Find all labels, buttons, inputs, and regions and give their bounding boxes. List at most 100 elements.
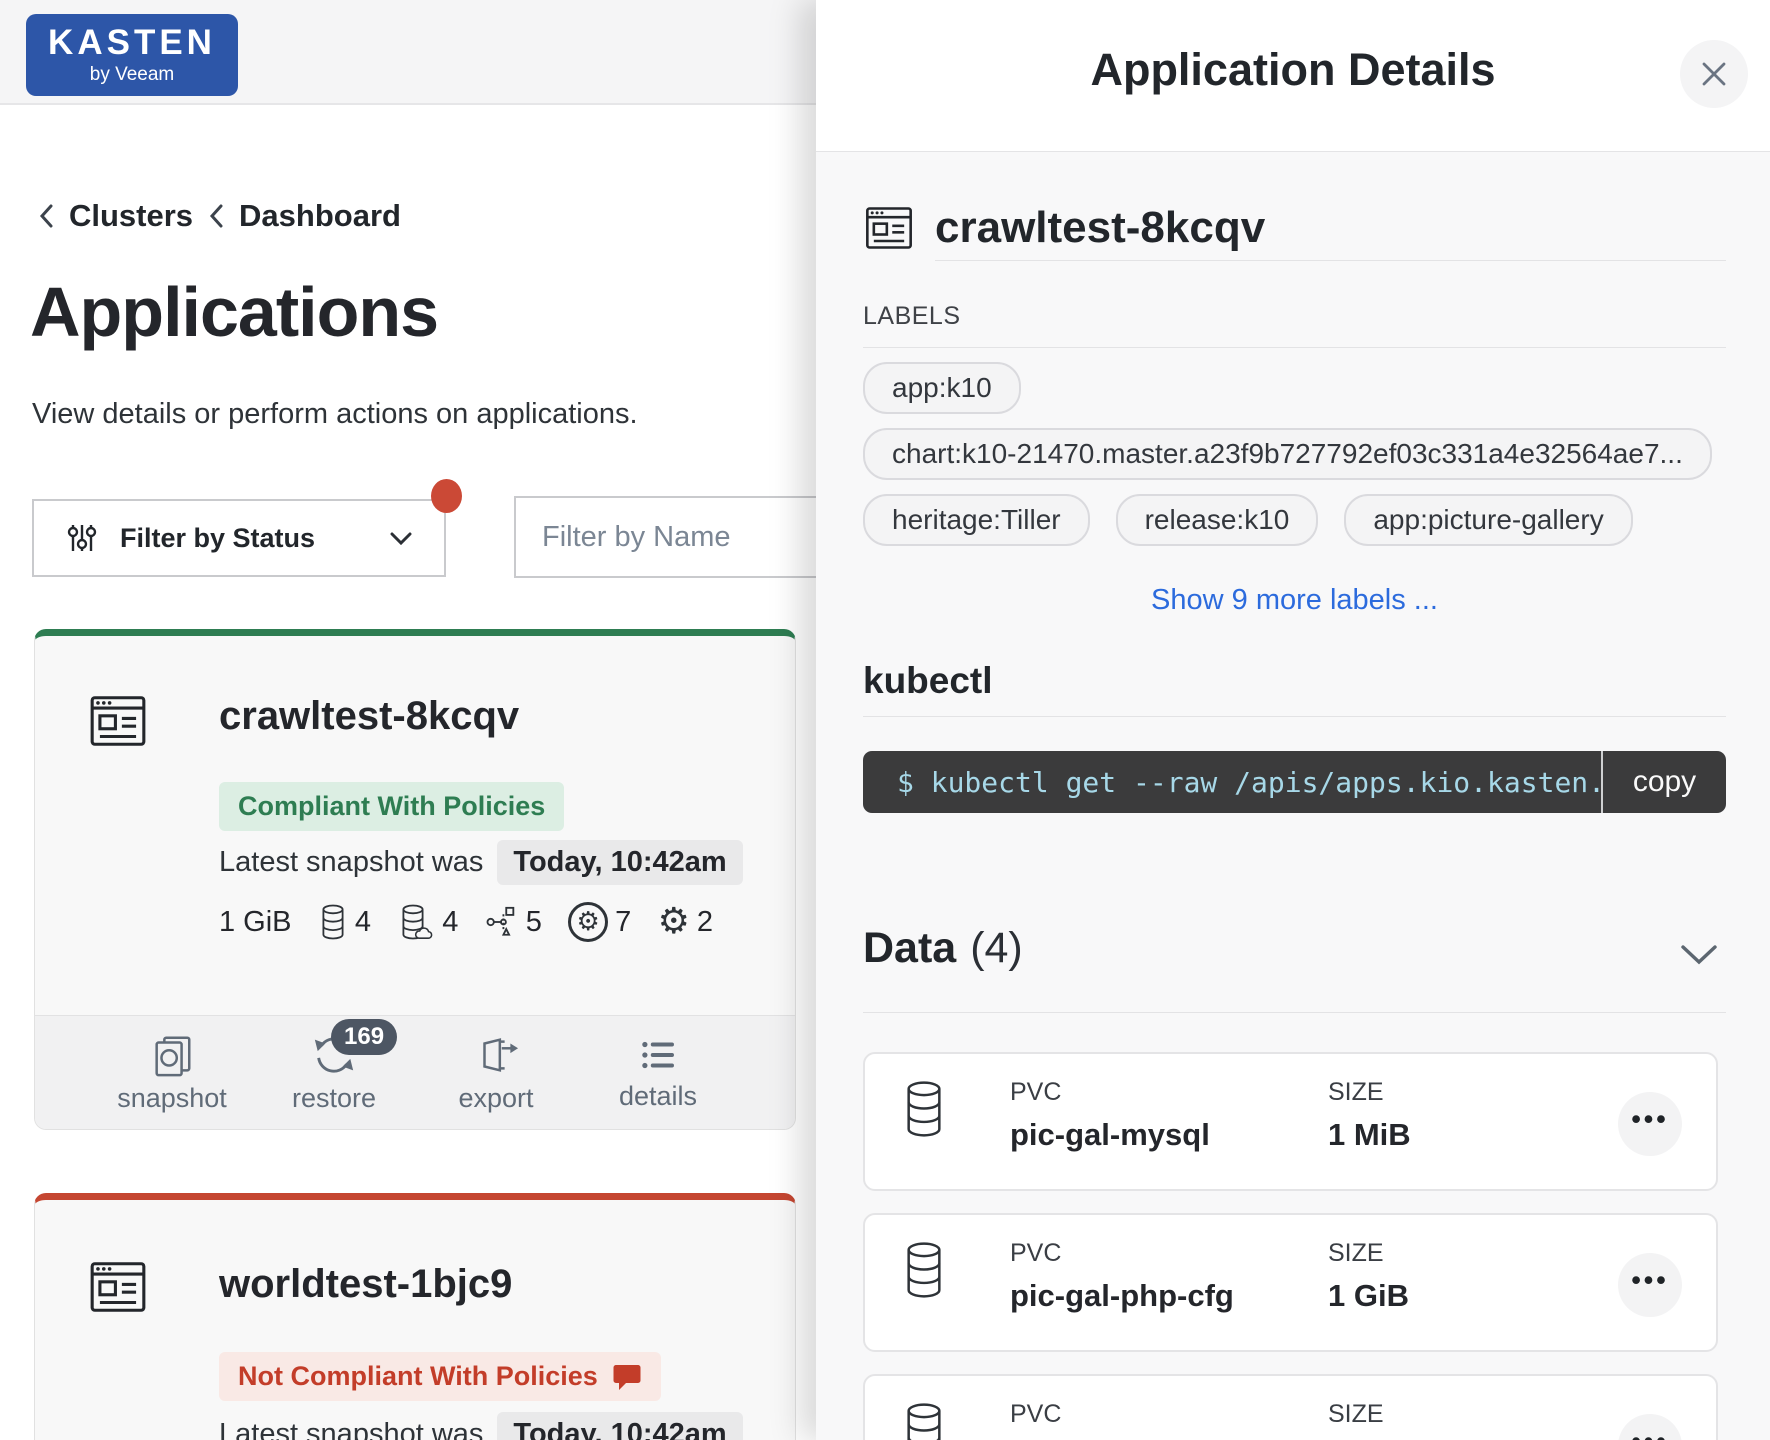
data-section-header: Data (4) (863, 924, 1023, 973)
divider (863, 1012, 1726, 1013)
labels-row-3: heritage:Tiller release:k10 app:picture-… (863, 494, 1726, 546)
copy-button[interactable]: copy (1603, 751, 1726, 813)
pvc-size-label: SIZE (1328, 1400, 1384, 1429)
kubectl-header: kubectl (863, 660, 993, 702)
app-card-worldtest: worldtest-1bjc9 Not Compliant With Polic… (34, 1193, 796, 1440)
close-button[interactable] (1680, 40, 1748, 108)
breadcrumb-dashboard[interactable]: Dashboard (239, 198, 401, 234)
stat-value: 4 (442, 906, 458, 939)
latest-snapshot-row: Latest snapshot was Today, 10:42am (219, 1412, 743, 1440)
card-action-bar: snapshot 169 restore export details (35, 1015, 795, 1129)
snapshot-label: Latest snapshot was (219, 1418, 483, 1440)
workflow-icon (485, 904, 519, 940)
restore-count-badge: 169 (331, 1019, 397, 1055)
label-pill: app:picture-gallery (1344, 494, 1632, 546)
app-card-crawltest: crawltest-8kcqv Compliant With Policies … (34, 629, 796, 1130)
labels-header: LABELS (863, 302, 961, 331)
pvc-more-actions-button[interactable]: ••• (1618, 1414, 1682, 1440)
page-subtitle: View details or perform actions on appli… (32, 398, 638, 431)
pvc-name: pic-gal-mysql (1010, 1117, 1210, 1153)
divider (863, 347, 1726, 348)
status-text: Compliant With Policies (238, 791, 545, 822)
pvc-size-column: SIZE 1 GiB (1328, 1239, 1409, 1314)
snapshot-icon (149, 1031, 195, 1079)
config-stat: ⚙ 2 (658, 904, 713, 940)
stat-value: 5 (526, 906, 542, 939)
policies-stat: ⚙ 7 (568, 902, 631, 942)
panel-body: crawltest-8kcqv LABELS app:k10 chart:k10… (863, 152, 1726, 1440)
status-text: Not Compliant With Policies (238, 1361, 598, 1392)
pvc-card-pic-gal-mysql: PVC pic-gal-mysql SIZE 1 MiB ••• (863, 1052, 1718, 1191)
labels-row-1: app:k10 (863, 362, 1726, 414)
stat-value: 4 (355, 906, 371, 939)
restore-button[interactable]: 169 restore (269, 1031, 399, 1114)
application-icon (863, 202, 915, 254)
kubectl-command[interactable]: $ kubectl get --raw /apis/apps.kio.kaste… (863, 751, 1601, 813)
cloud-volumes-stat: 4 (397, 904, 458, 940)
pvc-type-label: PVC (1010, 1078, 1210, 1107)
chevron-left-icon (38, 203, 54, 229)
pvc-size: 1 GiB (1328, 1278, 1409, 1314)
config-gear-icon: ⚙ (658, 904, 690, 940)
filter-by-status-dropdown[interactable]: Filter by Status (32, 499, 446, 577)
database-icon (901, 1080, 947, 1138)
volumes-stat: 4 (318, 904, 371, 940)
data-count: (4) (970, 924, 1023, 973)
application-details-panel: Application Details crawltest-8kcq (816, 0, 1770, 1440)
pvc-size-label: SIZE (1328, 1239, 1409, 1268)
divider (863, 716, 1726, 717)
breadcrumb-clusters[interactable]: Clusters (69, 198, 193, 234)
panel-header: Application Details (816, 0, 1770, 152)
panel-title: Application Details (816, 44, 1770, 96)
label-pill: chart:k10-21470.master.a23f9b727792ef03c… (863, 428, 1712, 480)
pvc-card-pic-gal-php-cfg: PVC pic-gal-php-cfg SIZE 1 GiB ••• (863, 1213, 1718, 1352)
app-size: 1 GiB (219, 906, 292, 939)
application-icon (87, 690, 149, 752)
export-button[interactable]: export (431, 1031, 561, 1114)
chevron-left-icon (208, 203, 224, 229)
logo-subtitle: by Veeam (90, 64, 175, 86)
pvc-size-column: SIZE 1 MiB (1328, 1078, 1411, 1153)
sliders-icon (66, 521, 98, 555)
snapshot-time-chip: Today, 10:42am (497, 1412, 742, 1440)
details-button[interactable]: details (593, 1033, 723, 1112)
labels-row-2: chart:k10-21470.master.a23f9b727792ef03c… (863, 428, 1726, 480)
panel-app-row: crawltest-8kcqv (863, 202, 1265, 254)
filter-notification-dot (431, 479, 462, 513)
snapshot-label: Latest snapshot was (219, 846, 483, 879)
pvc-name-column: PVC pic-gal-php-cfg (1010, 1239, 1234, 1314)
kubectl-code-block: $ kubectl get --raw /apis/apps.kio.kaste… (863, 751, 1726, 813)
database-icon (901, 1241, 947, 1299)
pvc-size: 1 MiB (1328, 1117, 1411, 1153)
pvc-more-actions-button[interactable]: ••• (1618, 1092, 1682, 1156)
logo-title: KASTEN (48, 25, 216, 60)
stat-value: 2 (697, 906, 713, 939)
app-name: worldtest-1bjc9 (219, 1262, 512, 1307)
action-label: export (458, 1083, 533, 1114)
database-icon (318, 904, 348, 940)
kasten-logo[interactable]: KASTEN by Veeam (26, 14, 238, 96)
database-icon (901, 1402, 947, 1440)
page-title: Applications (30, 272, 438, 352)
collapse-chevron-icon[interactable] (1680, 944, 1718, 966)
action-label: restore (292, 1083, 376, 1114)
label-pill: release:k10 (1116, 494, 1319, 546)
status-badge-not-compliant: Not Compliant With Policies (219, 1352, 661, 1401)
panel-app-name: crawltest-8kcqv (935, 203, 1265, 253)
snapshot-time-chip: Today, 10:42am (497, 840, 742, 885)
pvc-name-column: PVC (1010, 1400, 1061, 1439)
snapshot-button[interactable]: snapshot (107, 1031, 237, 1114)
pvc-more-actions-button[interactable]: ••• (1618, 1253, 1682, 1317)
label-pill: app:k10 (863, 362, 1021, 414)
chevron-down-icon (390, 532, 412, 545)
action-label: details (619, 1081, 697, 1112)
show-more-labels-link[interactable]: Show 9 more labels ... (863, 584, 1726, 617)
divider (935, 260, 1726, 261)
workloads-stat: 5 (485, 904, 542, 940)
close-icon (1697, 57, 1731, 91)
application-icon (87, 1256, 149, 1318)
alert-speech-bubble-icon[interactable] (612, 1362, 642, 1392)
app-stats-row: 1 GiB 4 4 5 ⚙ 7 ⚙ 2 (219, 902, 713, 942)
pvc-type-label: PVC (1010, 1239, 1234, 1268)
pvc-name: pic-gal-php-cfg (1010, 1278, 1234, 1314)
